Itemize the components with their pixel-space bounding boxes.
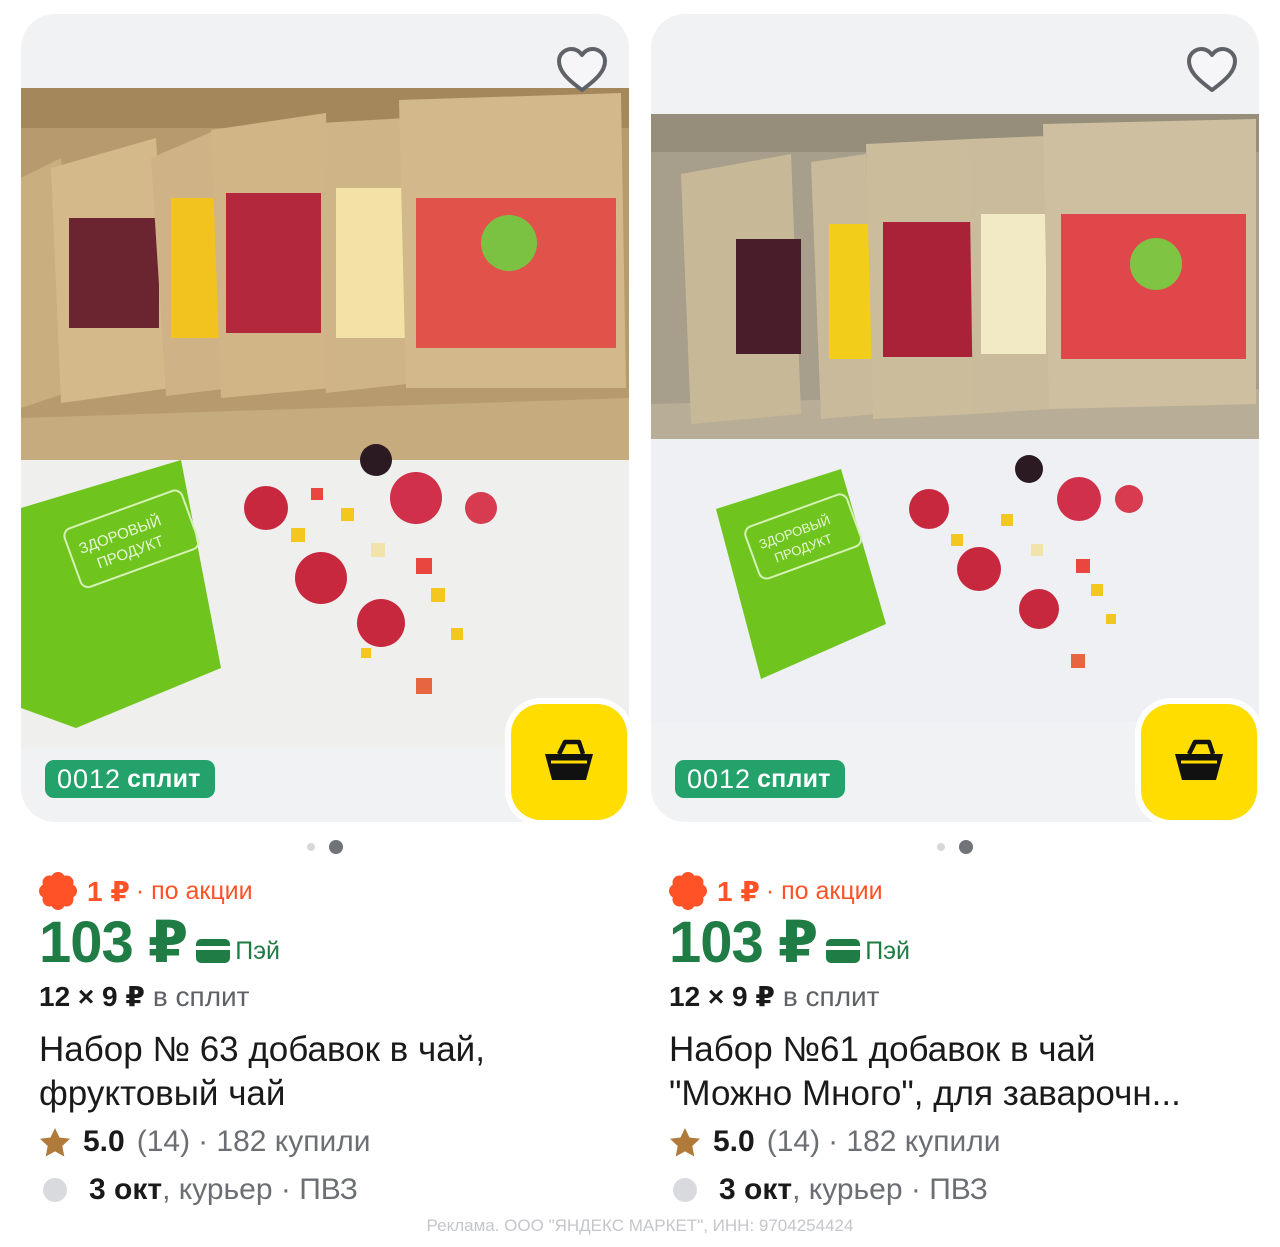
- delivery-date: 3 окт: [89, 1173, 163, 1206]
- delivery-date: 3 окт: [719, 1173, 793, 1206]
- ad-disclaimer: Реклама. ООО "ЯНДЕКС МАРКЕТ", ИНН: 97042…: [426, 1216, 854, 1235]
- promo-label: · по акции: [765, 876, 883, 905]
- split-badge-label: сплит: [127, 764, 201, 793]
- star-icon: [670, 1128, 700, 1157]
- star-icon: [40, 1128, 70, 1157]
- pagination-dot-active[interactable]: [959, 840, 973, 854]
- heart-icon: [1187, 47, 1237, 92]
- split-price: 12 × 9 ₽: [39, 981, 145, 1012]
- rating-row[interactable]: 5.0 (14) · 182 купили: [669, 1122, 1259, 1162]
- promo-label: · по акции: [135, 876, 253, 905]
- product-title-line2[interactable]: "Можно Много", для заварочн...: [669, 1072, 1249, 1116]
- pay-label: Пэй: [235, 937, 280, 965]
- review-count: (14): [766, 1125, 821, 1158]
- product-title-line1[interactable]: Набор № 63 добавок в чай,: [39, 1028, 619, 1072]
- delivery-method: , курьер · ПВЗ: [162, 1173, 358, 1206]
- pagination-dot[interactable]: [307, 843, 315, 851]
- image-pagination[interactable]: [21, 840, 629, 854]
- delivery-status-dot: [673, 1178, 697, 1202]
- rating-score: 5.0: [83, 1125, 125, 1158]
- cart-icon: [545, 739, 593, 780]
- product-photo[interactable]: ЗДОРОВЫЙ ПРОДУКТ: [651, 114, 1259, 722]
- product-photo[interactable]: ЗДОРОВЫЙ ПРОДУКТ: [21, 88, 629, 748]
- promo-row: 1 ₽ · по акции: [669, 872, 1259, 910]
- product-image-area[interactable]: ЗДОРОВЫЙ ПРОДУКТ 0012 сплит: [651, 14, 1259, 822]
- promo-row: 1 ₽ · по акции: [39, 872, 629, 910]
- product-card-2[interactable]: ЗДОРОВЫЙ ПРОДУКТ 0012 сплит 1 ₽ · по акц…: [651, 14, 1259, 1210]
- add-to-cart-button[interactable]: [1141, 704, 1257, 820]
- split-price-row: 12 × 9 ₽ в сплит: [669, 980, 1259, 1016]
- card-icon: [826, 939, 861, 963]
- price-row: 103 ₽ Пэй: [39, 914, 629, 972]
- product-title[interactable]: Набор № 63 добавок в чай, фруктовый чай: [39, 1028, 619, 1116]
- heart-icon: [557, 47, 607, 92]
- bought-count: · 182 купили: [828, 1125, 1001, 1158]
- product-title[interactable]: Набор №61 добавок в чай "Можно Много", д…: [669, 1028, 1249, 1116]
- split-suffix: в сплит: [152, 981, 250, 1012]
- promo-price: 1 ₽: [87, 875, 130, 907]
- card-icon: [196, 939, 231, 963]
- split-badge: 0012 сплит: [45, 760, 215, 798]
- product-title-line2[interactable]: фруктовый чай: [39, 1072, 619, 1116]
- pagination-dot-active[interactable]: [329, 840, 343, 854]
- split-price-row: 12 × 9 ₽ в сплит: [39, 980, 629, 1016]
- pagination-dot[interactable]: [937, 843, 945, 851]
- promo-flower-icon: [669, 872, 707, 910]
- cart-icon: [1175, 739, 1223, 780]
- rating-score: 5.0: [713, 1125, 755, 1158]
- split-badge: 0012 сплит: [675, 760, 845, 798]
- split-badge-digits: 0012: [57, 763, 122, 794]
- price-row: 103 ₽ Пэй: [669, 914, 1259, 972]
- product-card-1[interactable]: ЗДОРОВЫЙ ПРОДУКТ 0012 сплит 1 ₽ · по акц…: [21, 14, 629, 1210]
- promo-flower-icon: [39, 872, 77, 910]
- price: 103 ₽: [39, 910, 188, 975]
- product-title-line1[interactable]: Набор №61 добавок в чай: [669, 1028, 1249, 1072]
- split-suffix: в сплит: [782, 981, 880, 1012]
- delivery-row: 3 окт , курьер · ПВЗ: [39, 1170, 629, 1210]
- add-to-cart-button[interactable]: [511, 704, 627, 820]
- split-price: 12 × 9 ₽: [669, 981, 775, 1012]
- review-count: (14): [136, 1125, 191, 1158]
- split-badge-label: сплит: [757, 764, 831, 793]
- rating-row[interactable]: 5.0 (14) · 182 купили: [39, 1122, 629, 1162]
- delivery-row: 3 окт , курьер · ПВЗ: [669, 1170, 1259, 1210]
- delivery-method: , курьер · ПВЗ: [792, 1173, 988, 1206]
- favorite-button[interactable]: [1179, 40, 1245, 100]
- favorite-button[interactable]: [549, 40, 615, 100]
- split-badge-digits: 0012: [687, 763, 752, 794]
- product-image-area[interactable]: ЗДОРОВЫЙ ПРОДУКТ 0012 сплит: [21, 14, 629, 822]
- image-pagination[interactable]: [651, 840, 1259, 854]
- promo-price: 1 ₽: [717, 875, 760, 907]
- price: 103 ₽: [669, 910, 818, 975]
- delivery-status-dot: [43, 1178, 67, 1202]
- pay-label: Пэй: [865, 937, 910, 965]
- bought-count: · 182 купили: [198, 1125, 371, 1158]
